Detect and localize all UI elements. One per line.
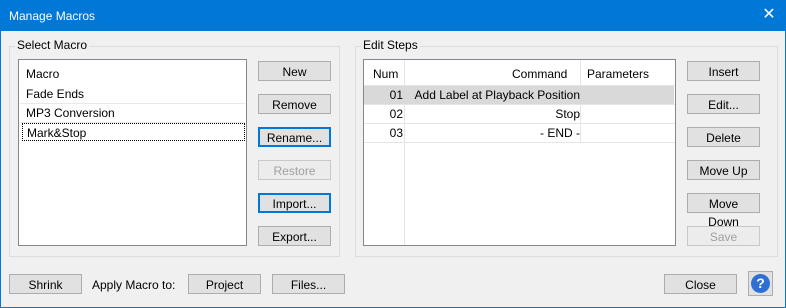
step-command: Stop [555, 107, 580, 121]
save-button: Save [687, 226, 760, 246]
shrink-button[interactable]: Shrink [9, 274, 82, 294]
edit-steps-label: Edit Steps [361, 38, 420, 52]
title-bar: Manage Macros ✕ [1, 1, 785, 31]
table-row[interactable]: 01 Add Label at Playback Position [364, 86, 674, 104]
help-icon: ? [751, 274, 770, 293]
insert-button[interactable]: Insert [687, 61, 760, 81]
step-command: Add Label at Playback Position [414, 88, 580, 102]
column-header-command[interactable]: Command [512, 60, 567, 88]
manage-macros-dialog: Manage Macros ✕ Select Macro Macro Fade … [0, 0, 786, 308]
table-row[interactable]: 03 - END - [364, 124, 674, 142]
new-button[interactable]: New [258, 61, 331, 81]
apply-macro-label: Apply Macro to: [92, 278, 176, 292]
rename-button[interactable]: Rename... [258, 127, 331, 147]
export-button[interactable]: Export... [258, 226, 331, 246]
macro-item-label: MP3 Conversion [26, 106, 115, 120]
macro-item-label: Mark&Stop [27, 126, 87, 140]
column-header-num[interactable]: Num [373, 60, 398, 88]
macro-item-fade-ends[interactable]: Fade Ends [22, 85, 245, 103]
edit-button[interactable]: Edit... [687, 94, 760, 114]
table-row[interactable]: 02 Stop [364, 105, 674, 123]
steps-table[interactable]: Num Command Parameters 01 Add Label at P… [363, 59, 676, 246]
macro-list[interactable]: Macro Fade Ends MP3 Conversion Mark&Stop [18, 59, 247, 246]
select-macro-label: Select Macro [15, 38, 90, 52]
close-icon[interactable]: ✕ [761, 6, 777, 24]
files-button[interactable]: Files... [272, 274, 345, 294]
macro-item-mp3-conversion[interactable]: MP3 Conversion [22, 104, 245, 122]
row-divider [364, 142, 675, 143]
window-title: Manage Macros [9, 9, 96, 23]
step-command: - END - [540, 126, 580, 140]
help-button[interactable]: ? [748, 271, 773, 296]
step-num: 03 [389, 126, 403, 140]
move-down-button[interactable]: Move Down [687, 193, 760, 229]
column-header-parameters[interactable]: Parameters [587, 60, 649, 88]
macro-list-header: Macro [26, 67, 60, 81]
step-num: 02 [389, 107, 403, 121]
move-up-button[interactable]: Move Up [687, 160, 760, 180]
remove-button[interactable]: Remove [258, 94, 331, 114]
project-button[interactable]: Project [188, 274, 261, 294]
close-button[interactable]: Close [664, 274, 737, 294]
import-button[interactable]: Import... [258, 193, 331, 213]
restore-button: Restore [258, 160, 331, 180]
macro-item-mark-stop[interactable]: Mark&Stop [22, 123, 245, 141]
delete-button[interactable]: Delete [687, 127, 760, 147]
macro-item-label: Fade Ends [26, 87, 85, 101]
step-num: 01 [389, 88, 403, 102]
